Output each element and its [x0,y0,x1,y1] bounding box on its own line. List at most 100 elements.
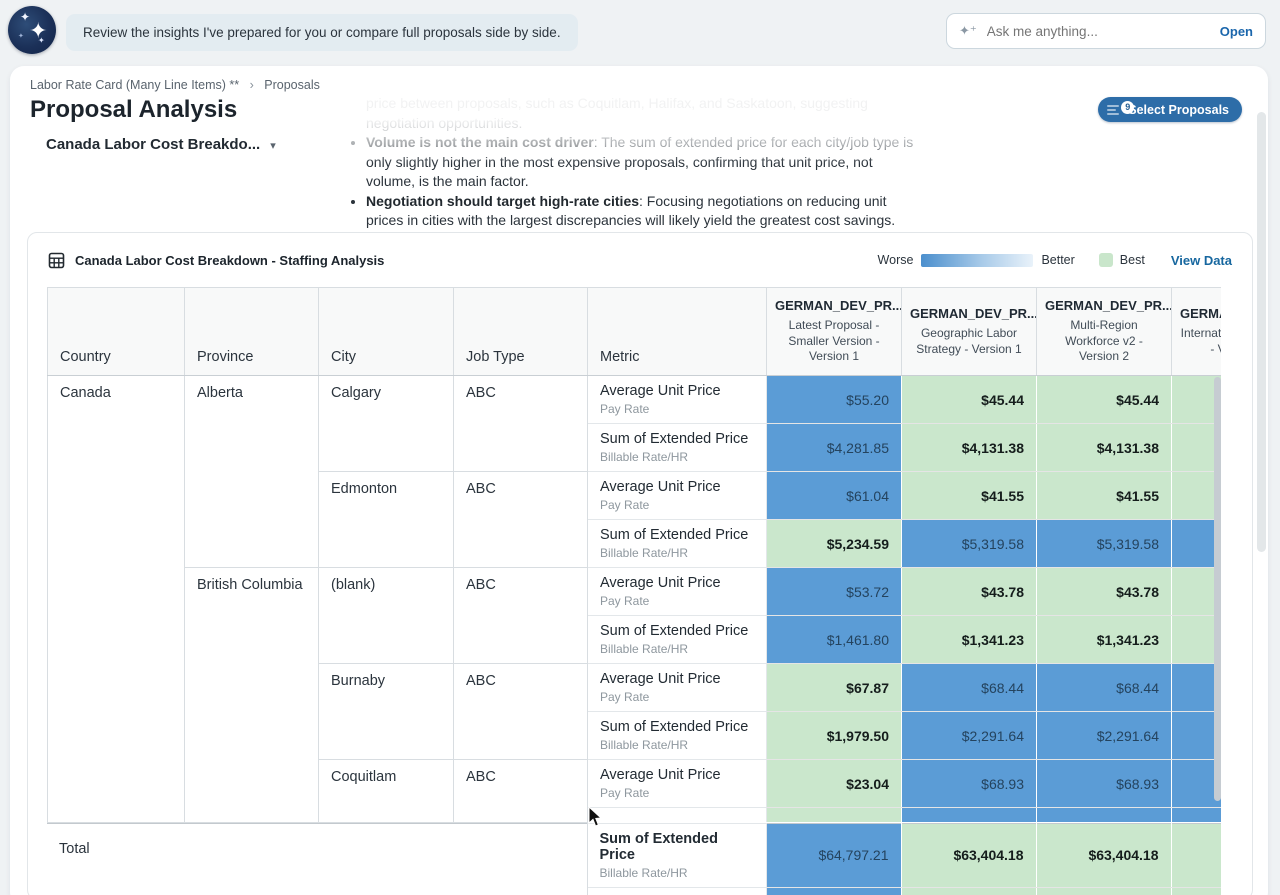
value-cell: $1,461.80 [767,616,902,664]
value-cell [767,808,902,823]
value-cell [1172,808,1222,823]
value-cell [902,808,1037,823]
dimension-cell: Coquitlam [319,760,454,823]
staffing-analysis-card: Canada Labor Cost Breakdown - Staffing A… [27,232,1253,895]
totals-table: TotalSum of Extended PriceBillable Rate/… [47,823,1221,895]
select-proposals-label: Select Proposals [1128,103,1229,117]
ask-me-anything-box[interactable]: ✦⁺ Open [946,13,1266,49]
chevron-right-icon: › [250,78,254,92]
metric-cell: Sum of Extended PriceBillable Rate/HR [588,712,767,760]
top-bar: ✦ ✦ ✦ ✦ Review the insights I've prepare… [0,0,1280,66]
metric-cell: Average Unit PricePay Rate [588,664,767,712]
metric-cell [588,808,767,823]
proposal-column-header: GERMAN_DEV_PR...Multi-Region Workforce v… [1037,288,1172,376]
column-header-city: City [319,288,454,376]
table-scroll-area: Country Province City Job Type Metric GE… [47,287,1221,895]
sparkle-icon: ✦ [38,36,45,45]
metric-cell: Sum of Extended PriceBillable Rate/HR [587,823,766,887]
proposal-column-header: GERMAN_DEV_PR...Geographic Labor Strateg… [902,288,1037,376]
filter-list-icon: 9 [1107,105,1121,115]
table-vertical-scrollbar[interactable] [1214,377,1221,801]
page-vertical-scrollbar[interactable] [1257,112,1266,552]
value-cell: $4,131.38 [902,424,1037,472]
proposal-column-header: GERMAN_DEV_PR...Latest Proposal - Smalle… [767,288,902,376]
breadcrumb: Labor Rate Card (Many Line Items) ** › P… [30,78,320,92]
assistant-message-bubble: Review the insights I've prepared for yo… [66,14,578,51]
proposal-analysis-page: ✦ ✦ ✦ ✦ Review the insights I've prepare… [0,0,1280,895]
app-logo-sparkle-icon: ✦ ✦ ✦ ✦ [8,6,56,54]
value-cell [1037,808,1172,823]
insights-block: price between proposals, such as Coquitl… [347,94,925,231]
best-color-swatch [1099,253,1113,267]
value-cell: $41.55 [1037,472,1172,520]
total-body: TotalSum of Extended PriceBillable Rate/… [47,823,1221,895]
insight-bullet: Negotiation should target high-rate citi… [366,192,925,231]
legend-best-label: Best [1120,253,1145,267]
dimension-cell: ABC [454,760,588,823]
dataset-selector-dropdown[interactable]: Canada Labor Cost Breakdo... ▾ [46,136,276,153]
legend-better-label: Better [1041,253,1074,267]
value-cell: $61.04 [767,472,902,520]
value-cell: $43.78 [1037,568,1172,616]
table-title: Canada Labor Cost Breakdown - Staffing A… [75,253,384,268]
dataset-selector-label: Canada Labor Cost Breakdo... [46,136,260,153]
sparkle-icon: ✦ [18,32,24,40]
value-cell: $5,319.58 [902,520,1037,568]
value-cell [1171,887,1221,895]
value-cell: $47.32 [1036,887,1171,895]
dimension-cell: Canada [48,376,185,823]
value-cell: $41.55 [902,472,1037,520]
value-cell: $64,797.21 [766,823,901,887]
table-card-header: Canada Labor Cost Breakdown - Staffing A… [28,233,1252,287]
insight-bullet: Volume is not the main cost driver: The … [366,133,925,192]
main-panel: Labor Rate Card (Many Line Items) ** › P… [10,66,1268,895]
chevron-down-icon: ▾ [270,140,276,152]
dimension-cell: Burnaby [319,664,454,760]
breadcrumb-current[interactable]: Proposals [264,78,320,92]
table-row: CanadaAlbertaCalgaryABCAverage Unit Pric… [48,376,1222,424]
value-cell: $43.78 [902,568,1037,616]
value-cell: $1,979.50 [767,712,902,760]
grid-body: CanadaAlbertaCalgaryABCAverage Unit Pric… [48,376,1222,823]
value-cell: $68.44 [1037,664,1172,712]
dimension-cell: ABC [454,664,588,760]
column-header-country: Country [48,288,185,376]
heatmap-legend: Worse Better Best View Data [878,253,1232,268]
worse-better-gradient-bar [921,254,1033,267]
value-cell: $4,131.38 [1037,424,1172,472]
dimension-cell: ABC [454,376,588,472]
metric-cell: Average Unit PricePay Rate [588,568,767,616]
dimension-cell: Calgary [319,376,454,472]
value-cell: $53.72 [767,568,902,616]
value-cell: $47.32 [901,887,1036,895]
open-assistant-button[interactable]: Open [1220,24,1253,39]
value-cell: $2,291.64 [1037,712,1172,760]
select-proposals-button[interactable]: 9 Select Proposals [1098,97,1242,122]
total-label-cell: Total [47,823,587,895]
metric-cell: Average Unit PricePay Rate [588,376,767,424]
value-cell: $23.04 [767,760,902,808]
value-cell: $68.93 [902,760,1037,808]
value-cell: $45.44 [902,376,1037,424]
value-cell: $48.03 [766,887,901,895]
dimension-cell: British Columbia [185,568,319,823]
view-data-link[interactable]: View Data [1171,253,1232,268]
value-cell: $68.93 [1037,760,1172,808]
value-cell: $4,281.85 [767,424,902,472]
breadcrumb-root[interactable]: Labor Rate Card (Many Line Items) ** [30,78,239,92]
metric-cell: Sum of Extended PriceBillable Rate/HR [588,616,767,664]
column-header-metric: Metric [588,288,767,376]
ask-input[interactable] [985,23,1220,40]
proposal-count-badge: 9 [1121,101,1134,114]
total-row: TotalSum of Extended PriceBillable Rate/… [47,823,1221,887]
value-cell: $1,341.23 [1037,616,1172,664]
value-cell: $45.44 [1037,376,1172,424]
value-cell: $55.20 [767,376,902,424]
table-grid-icon [48,252,65,269]
metric-cell: Sum of Extended PriceBillable Rate/HR [588,520,767,568]
header-row: Country Province City Job Type Metric GE… [48,288,1222,376]
value-cell: $68.44 [902,664,1037,712]
column-header-jobtype: Job Type [454,288,588,376]
sparkle-icon: ✦ [20,10,30,24]
dimension-cell: ABC [454,568,588,664]
